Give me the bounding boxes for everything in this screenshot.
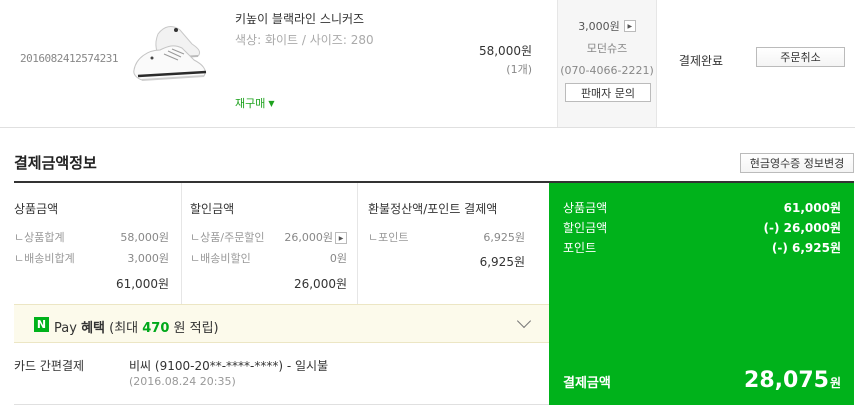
payment-method-label: 카드 간편결제 xyxy=(14,359,85,373)
section-title: 결제금액정보 xyxy=(14,154,97,172)
cancel-order-button[interactable]: 주문취소 xyxy=(756,47,845,67)
npay-points: 470 xyxy=(142,321,170,336)
npay-benefit-toggle[interactable]: N Pay 혜택 (최대 470 원 적립) xyxy=(14,304,549,343)
cash-receipt-change-button[interactable]: 현금영수증 정보변경 xyxy=(740,153,854,173)
summary-label: 할인금액 xyxy=(563,221,608,235)
product-sum-label: ㄴ상품합계 xyxy=(14,231,65,244)
npay-logo: N xyxy=(34,317,49,332)
seller-name: 모던슈즈 xyxy=(586,42,628,55)
shipping-discount-value: 0원 xyxy=(329,252,347,265)
product-amount-total: 61,000원 xyxy=(115,277,169,291)
order-discount-label: ㄴ상품/주문할인 xyxy=(190,231,265,244)
seller-phone: (070-4066-2221) xyxy=(560,64,654,77)
product-name[interactable]: 키높이 블랙라인 스니커즈 xyxy=(235,10,364,27)
shipping-seller-cell: 3,000원 ▶ 모던슈즈 (070-4066-2221) 판매자 문의 xyxy=(557,0,657,127)
summary-value: (-) 26,000원 xyxy=(763,221,841,235)
product-sum-value: 58,000원 xyxy=(120,231,169,244)
product-amount-title: 상품금액 xyxy=(14,202,59,216)
payment-summary-panel: 상품금액 61,000원 할인금액 (-) 26,000원 포인트 (-) 6,… xyxy=(549,183,854,405)
product-thumbnail[interactable] xyxy=(128,14,214,90)
refund-point-total: 6,925원 xyxy=(479,255,525,269)
shipping-fee: 3,000원 ▶ xyxy=(558,18,656,34)
summary-label: 포인트 xyxy=(563,241,597,255)
summary-value: (-) 6,925원 xyxy=(771,241,841,255)
arrow-right-icon[interactable]: ▶ xyxy=(335,232,347,244)
shipping-sum-label: ㄴ배송비합계 xyxy=(14,252,75,265)
order-discount-value: 26,000원 ▶ xyxy=(284,229,347,245)
product-amount-column: 상품금액 ㄴ상품합계 58,000원 ㄴ배송비합계 3,000원 61,000원 xyxy=(14,183,179,304)
shipping-fee-value: 3,000원 xyxy=(578,20,620,33)
column-divider xyxy=(181,183,182,304)
order-item-row: 2016082412574231 키높이 블랙라인 스니커즈 색상: 화이트 /… xyxy=(0,0,855,128)
order-number[interactable]: 2016082412574231 xyxy=(20,52,118,65)
discount-amount-total: 26,000원 xyxy=(293,277,347,291)
column-divider xyxy=(357,183,358,304)
section-divider xyxy=(14,404,549,405)
discount-amount-column: 할인금액 ㄴ상품/주문할인 26,000원 ▶ ㄴ배송비할인 0원 26,000원 xyxy=(190,183,357,304)
product-option: 색상: 화이트 / 사이즈: 280 xyxy=(235,33,374,47)
refund-point-title: 환불정산액/포인트 결제액 xyxy=(368,202,498,216)
summary-row-discount: 할인금액 (-) 26,000원 xyxy=(563,219,841,236)
order-status: 결제완료 xyxy=(678,54,724,68)
summary-row-product: 상품금액 61,000원 xyxy=(563,199,841,216)
sneaker-image xyxy=(133,26,207,81)
payment-method-detail: 비씨 (9100-20**-****-****) - 일시불 xyxy=(129,359,329,373)
seller-inquiry-button[interactable]: 판매자 문의 xyxy=(565,83,651,102)
point-label: ㄴ포인트 xyxy=(368,231,409,244)
payment-date: (2016.08.24 20:35) xyxy=(129,375,236,388)
summary-label: 상품금액 xyxy=(563,201,608,215)
point-value: 6,925원 xyxy=(483,231,525,244)
rebuy-link[interactable]: 재구매 ▼ xyxy=(235,95,275,111)
refund-point-column: 환불정산액/포인트 결제액 ㄴ포인트 6,925원 6,925원 xyxy=(368,183,538,304)
total-value: 28,075원 xyxy=(744,368,841,393)
summary-value: 61,000원 xyxy=(783,201,841,215)
chevron-down-icon[interactable] xyxy=(516,313,532,329)
npay-benefit-text: Pay 혜택 (최대 470 원 적립) xyxy=(54,321,219,336)
summary-total: 결제금액 28,075원 xyxy=(563,368,841,393)
discount-amount-title: 할인금액 xyxy=(190,202,235,216)
total-label: 결제금액 xyxy=(563,376,611,391)
shipping-sum-value: 3,000원 xyxy=(127,252,169,265)
shipping-discount-label: ㄴ배송비할인 xyxy=(190,252,251,265)
arrow-right-icon[interactable]: ▶ xyxy=(623,20,636,32)
product-quantity: (1개) xyxy=(506,63,532,76)
product-price: 58,000원 xyxy=(478,44,532,58)
chevron-down-icon: ▼ xyxy=(268,98,275,108)
rebuy-label: 재구매 xyxy=(235,97,266,110)
summary-row-point: 포인트 (-) 6,925원 xyxy=(563,239,841,256)
